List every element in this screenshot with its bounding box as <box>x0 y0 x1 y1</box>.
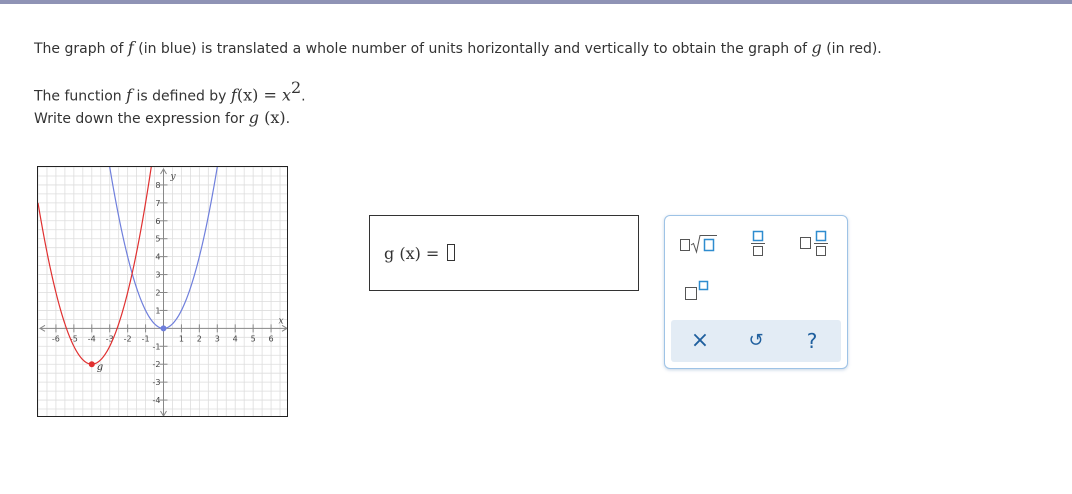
x-tick-label: 5 <box>251 334 256 343</box>
answer-area: g (x) = <box>369 215 639 291</box>
x-axis-label: x <box>278 316 283 326</box>
f-vertex-point <box>160 325 167 332</box>
y-tick-label: 1 <box>155 306 160 315</box>
sqrt-icon <box>680 235 717 254</box>
graph: -6 -5 -4 -3 -2 -1 1 2 3 4 5 6 8 7 6 5 4 3 2 1 -1 -2 -3 -4 x y g <box>37 166 288 417</box>
y-tick-label: 5 <box>155 235 160 244</box>
x-tick-label: 3 <box>215 334 220 343</box>
undo-icon: ↺ <box>748 330 764 351</box>
x-tick-label: 2 <box>197 334 202 343</box>
x-tick-label: -2 <box>124 334 132 343</box>
y-tick-label: -4 <box>153 396 161 405</box>
y-tick-label: -3 <box>153 378 161 387</box>
mixed-number-icon <box>800 230 828 256</box>
y-tick-label: 3 <box>155 271 160 280</box>
g-curve-label: g <box>97 362 103 373</box>
y-axis-label: y <box>170 172 177 182</box>
x-tick-label: -6 <box>52 334 60 343</box>
x-tick-label: 6 <box>269 334 274 343</box>
answer-input[interactable] <box>447 244 455 261</box>
graph-canvas: -6 -5 -4 -3 -2 -1 1 2 3 4 5 687654321-1-2-3-4xyg <box>38 167 287 416</box>
answer-label: g (x) = <box>384 244 440 263</box>
mixed-number-template-button[interactable] <box>799 229 829 257</box>
y-tick-label: -1 <box>153 342 161 351</box>
x-tick-label: 4 <box>233 334 238 343</box>
undo-button[interactable]: ↺ <box>728 320 784 362</box>
x-tick-label: 1 <box>179 334 184 343</box>
g-vertex-point <box>88 361 95 368</box>
sqrt-template-button[interactable] <box>678 232 718 254</box>
help-button[interactable]: ? <box>784 320 840 362</box>
y-tick-label: 4 <box>155 253 160 262</box>
math-palette: × ↺ ? <box>664 215 848 369</box>
question-line-3: Write down the expression for g (x). <box>34 108 291 127</box>
y-tick-label: 8 <box>155 181 160 190</box>
superscript-icon <box>685 280 709 300</box>
fraction-template-button[interactable] <box>750 229 766 257</box>
x-tick-label: -1 <box>142 334 150 343</box>
question-line-1: The graph of f (in blue) is translated a… <box>34 38 882 57</box>
x-tick-label: -4 <box>88 334 96 343</box>
top-bar <box>0 0 1072 4</box>
palette-actions: × ↺ ? <box>671 320 841 362</box>
y-tick-label: 6 <box>155 217 160 226</box>
fraction-icon <box>751 230 765 256</box>
question-line-2: The function f is defined by f(x) = x2. <box>34 78 306 105</box>
clear-button[interactable]: × <box>672 320 728 362</box>
g-symbol: g <box>811 38 822 57</box>
close-icon: × <box>690 328 710 353</box>
y-tick-label: 2 <box>155 289 160 298</box>
y-tick-label: -2 <box>153 360 161 369</box>
y-tick-label: 7 <box>155 199 160 208</box>
help-icon: ? <box>806 329 818 353</box>
superscript-template-button[interactable] <box>684 278 712 302</box>
